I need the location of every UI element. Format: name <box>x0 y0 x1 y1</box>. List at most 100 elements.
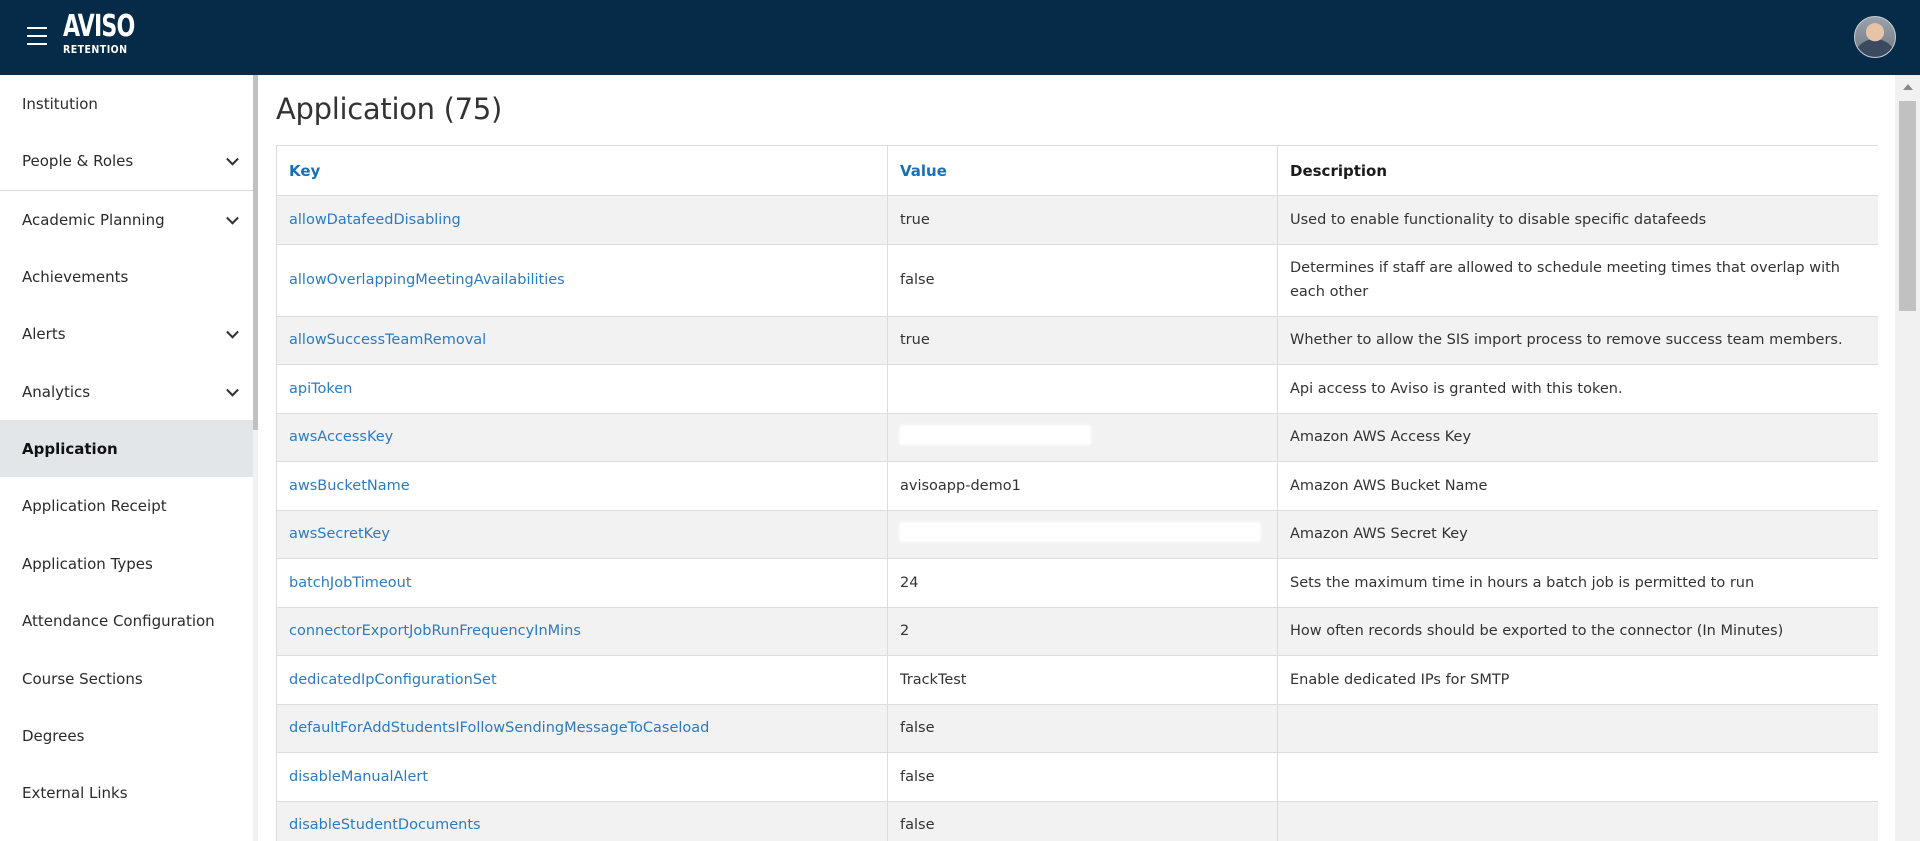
setting-description: How often records should be exported to … <box>1277 606 1878 656</box>
sidebar-item-label: Application Types <box>22 554 153 573</box>
sidebar-item-academic-planning[interactable]: Academic Planning <box>0 191 253 248</box>
chevron-down-icon <box>226 152 239 166</box>
setting-description: Api access to Aviso is granted with this… <box>1277 364 1878 414</box>
table-row: connectorExportJobRunFrequencyInMins 2 H… <box>276 606 1878 656</box>
sidebar-item-label: Application <box>22 439 118 458</box>
top-navigation-bar: AVISO RETENTION <box>0 0 1920 75</box>
scroll-up-arrow-icon[interactable] <box>1903 84 1913 90</box>
sidebar-item-external-links[interactable]: External Links <box>0 764 253 821</box>
setting-key-link[interactable]: disableStudentDocuments <box>289 817 481 833</box>
logo-main-text: AVISO <box>63 9 135 44</box>
setting-description <box>1277 752 1878 802</box>
table-row: allowDatafeedDisabling true Used to enab… <box>276 195 1878 245</box>
setting-value: false <box>887 800 1278 841</box>
setting-description: Amazon AWS Bucket Name <box>1277 461 1878 511</box>
table-row: batchJobTimeout 24 Sets the maximum time… <box>276 558 1878 608</box>
setting-key-link[interactable]: batchJobTimeout <box>289 575 412 591</box>
setting-description: Enable dedicated IPs for SMTP <box>1277 655 1878 705</box>
setting-value: TrackTest <box>887 655 1278 705</box>
column-header-value[interactable]: Value <box>887 145 1278 196</box>
sidebar-item-analytics[interactable]: Analytics <box>0 363 253 420</box>
table-row: allowSuccessTeamRemoval true Whether to … <box>276 315 1878 365</box>
sidebar-navigation: Institution People & Roles Academic Plan… <box>0 75 253 841</box>
sidebar-item-label: Degrees <box>22 726 85 745</box>
setting-key-link[interactable]: awsSecretKey <box>289 526 390 542</box>
sidebar-item-institution[interactable]: Institution <box>0 75 253 132</box>
setting-description <box>1277 800 1878 841</box>
setting-description: Whether to allow the SIS import process … <box>1277 315 1878 365</box>
setting-description <box>1277 703 1878 753</box>
setting-description: Used to enable functionality to disable … <box>1277 195 1878 245</box>
redacted-value-mask <box>900 426 1090 445</box>
setting-value-redacted <box>887 509 1278 559</box>
setting-key-link[interactable]: disableManualAlert <box>289 769 428 785</box>
setting-description: Sets the maximum time in hours a batch j… <box>1277 558 1878 608</box>
content-gutter <box>258 75 276 841</box>
setting-key-link[interactable]: connectorExportJobRunFrequencyInMins <box>289 623 581 639</box>
setting-key-link[interactable]: dedicatedIpConfigurationSet <box>289 672 497 688</box>
sidebar-item-label: Achievements <box>22 267 129 286</box>
redacted-value-mask <box>900 523 1260 542</box>
table-row: awsSecretKey Amazon AWS Secret Key <box>276 509 1878 559</box>
table-row: disableStudentDocuments false <box>276 800 1878 841</box>
setting-value: avisoapp-demo1 <box>887 461 1278 511</box>
setting-value <box>887 364 1278 414</box>
setting-key-link[interactable]: allowDatafeedDisabling <box>289 212 461 228</box>
sidebar-item-label: Institution <box>22 94 98 113</box>
sidebar-item-label: External Links <box>22 783 128 802</box>
page-scrollbar[interactable] <box>1895 75 1920 841</box>
setting-value: true <box>887 195 1278 245</box>
sidebar-item-attendance-configuration[interactable]: Attendance Configuration <box>0 592 253 649</box>
table-row: awsAccessKey Amazon AWS Access Key <box>276 412 1878 462</box>
setting-value-redacted <box>887 412 1278 462</box>
setting-key-link[interactable]: allowOverlappingMeetingAvailabilities <box>289 272 565 288</box>
sidebar-item-application[interactable]: Application <box>0 420 253 477</box>
hamburger-menu-icon[interactable] <box>27 27 47 45</box>
setting-key-link[interactable]: awsBucketName <box>289 478 410 494</box>
sidebar-item-people-roles[interactable]: People & Roles <box>0 132 253 189</box>
chevron-down-icon <box>226 211 239 225</box>
column-header-description: Description <box>1277 145 1878 196</box>
aviso-retention-logo[interactable]: AVISO RETENTION <box>63 9 150 57</box>
column-header-key[interactable]: Key <box>276 145 888 196</box>
sidebar-item-label: Attendance Configuration <box>22 611 215 630</box>
setting-description: Amazon AWS Access Key <box>1277 412 1878 462</box>
sidebar-item-course-sections[interactable]: Course Sections <box>0 650 253 707</box>
main-content: Application (75) Key Value Description a… <box>276 75 1878 841</box>
setting-value: 24 <box>887 558 1278 608</box>
user-avatar[interactable] <box>1854 16 1896 58</box>
sidebar-item-achievements[interactable]: Achievements <box>0 248 253 305</box>
table-row: defaultForAddStudentsIFollowSendingMessa… <box>276 703 1878 753</box>
setting-key-link[interactable]: awsAccessKey <box>289 429 393 445</box>
sidebar-item-label: Academic Planning <box>22 210 165 229</box>
table-header-row: Key Value Description <box>276 145 1878 196</box>
table-row: awsBucketName avisoapp-demo1 Amazon AWS … <box>276 461 1878 511</box>
table-row: dedicatedIpConfigurationSet TrackTest En… <box>276 655 1878 705</box>
setting-description: Determines if staff are allowed to sched… <box>1277 243 1878 317</box>
sidebar-item-label: Course Sections <box>22 669 143 688</box>
setting-value: 2 <box>887 606 1278 656</box>
setting-key-link[interactable]: defaultForAddStudentsIFollowSendingMessa… <box>289 720 709 736</box>
sidebar-item-label: People & Roles <box>22 151 134 170</box>
setting-value: false <box>887 243 1278 317</box>
sidebar-item-application-types[interactable]: Application Types <box>0 535 253 592</box>
setting-value: false <box>887 752 1278 802</box>
table-row: allowOverlappingMeetingAvailabilities fa… <box>276 243 1878 317</box>
setting-key-link[interactable]: apiToken <box>289 381 352 397</box>
table-row: disableManualAlert false <box>276 752 1878 802</box>
sidebar-item-application-receipt[interactable]: Application Receipt <box>0 477 253 534</box>
table-row: apiToken Api access to Aviso is granted … <box>276 364 1878 414</box>
chevron-down-icon <box>226 383 239 397</box>
chevron-down-icon <box>226 325 239 339</box>
sidebar-item-alerts[interactable]: Alerts <box>0 305 253 362</box>
sidebar-item-label: Analytics <box>22 382 91 401</box>
page-scrollbar-thumb[interactable] <box>1899 101 1916 311</box>
logo-sub-text: RETENTION <box>63 44 128 56</box>
setting-description: Amazon AWS Secret Key <box>1277 509 1878 559</box>
setting-value: true <box>887 315 1278 365</box>
setting-value: false <box>887 703 1278 753</box>
page-title: Application (75) <box>276 92 502 126</box>
sidebar-item-degrees[interactable]: Degrees <box>0 707 253 764</box>
application-settings-table: Key Value Description allowDatafeedDisab… <box>276 145 1878 841</box>
setting-key-link[interactable]: allowSuccessTeamRemoval <box>289 332 486 348</box>
